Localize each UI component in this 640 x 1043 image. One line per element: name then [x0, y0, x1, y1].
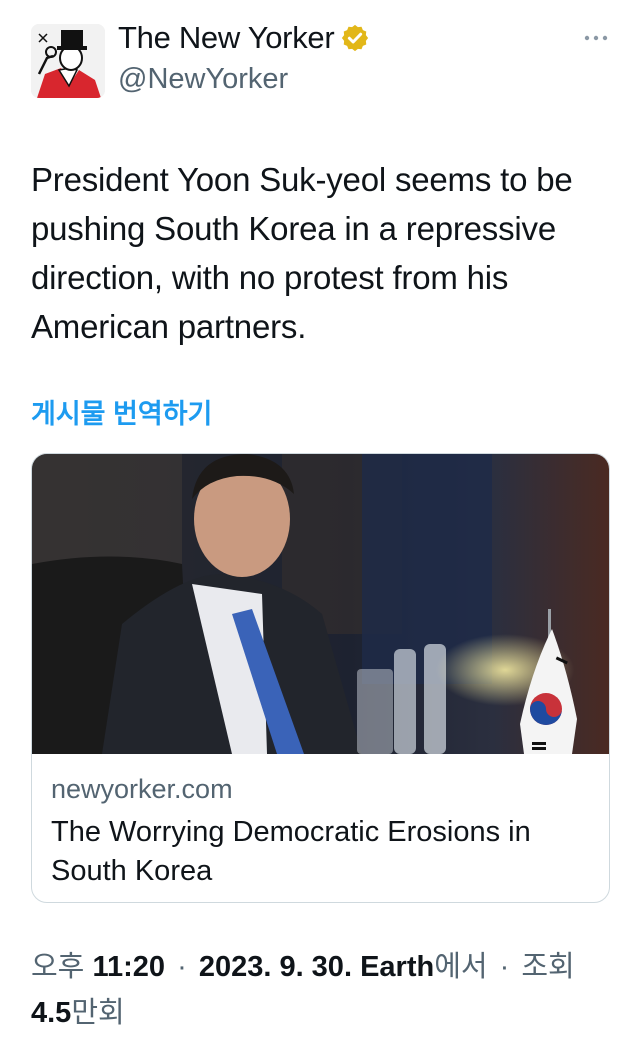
eustace-tilley-logo-icon [31, 24, 105, 98]
time-prefix: 오후 [31, 951, 85, 983]
more-options-icon [584, 35, 608, 41]
author-handle[interactable]: @NewYorker [118, 63, 288, 96]
article-photo [32, 454, 609, 754]
verified-badge-icon [342, 24, 369, 52]
separator-dot: · [177, 951, 187, 983]
views-count[interactable]: 4.5 [31, 997, 71, 1029]
avatar[interactable] [31, 24, 105, 98]
more-options-button[interactable] [578, 26, 614, 50]
views-prefix: 조회 [521, 951, 575, 983]
card-title: The Worrying Democratic Erosions in Sout… [51, 816, 531, 887]
author-name-text: The New Yorker [118, 20, 335, 55]
link-card[interactable]: newyorker.com The Worrying Democratic Er… [31, 453, 610, 903]
translate-post-link[interactable]: 게시물 번역하기 [31, 392, 212, 431]
views-suffix: 만회 [71, 997, 125, 1029]
author-name[interactable]: The New Yorker [118, 20, 370, 56]
tweet: The New Yorker @NewYorker President Yoon… [0, 0, 640, 1043]
tweet-meta: 오후 11:20 · 2023. 9. 30. Earth에서 · 조회 4.5… [31, 944, 601, 1036]
tweet-source[interactable]: Earth [360, 951, 434, 983]
source-suffix: 에서 [434, 951, 488, 983]
separator-dot: · [499, 951, 510, 983]
tweet-text: President Yoon Suk-yeol seems to be push… [31, 161, 573, 345]
tweet-time[interactable]: 11:20 [92, 951, 165, 983]
tweet-date[interactable]: 2023. 9. 30. [199, 951, 352, 983]
card-domain: newyorker.com [51, 774, 233, 804]
